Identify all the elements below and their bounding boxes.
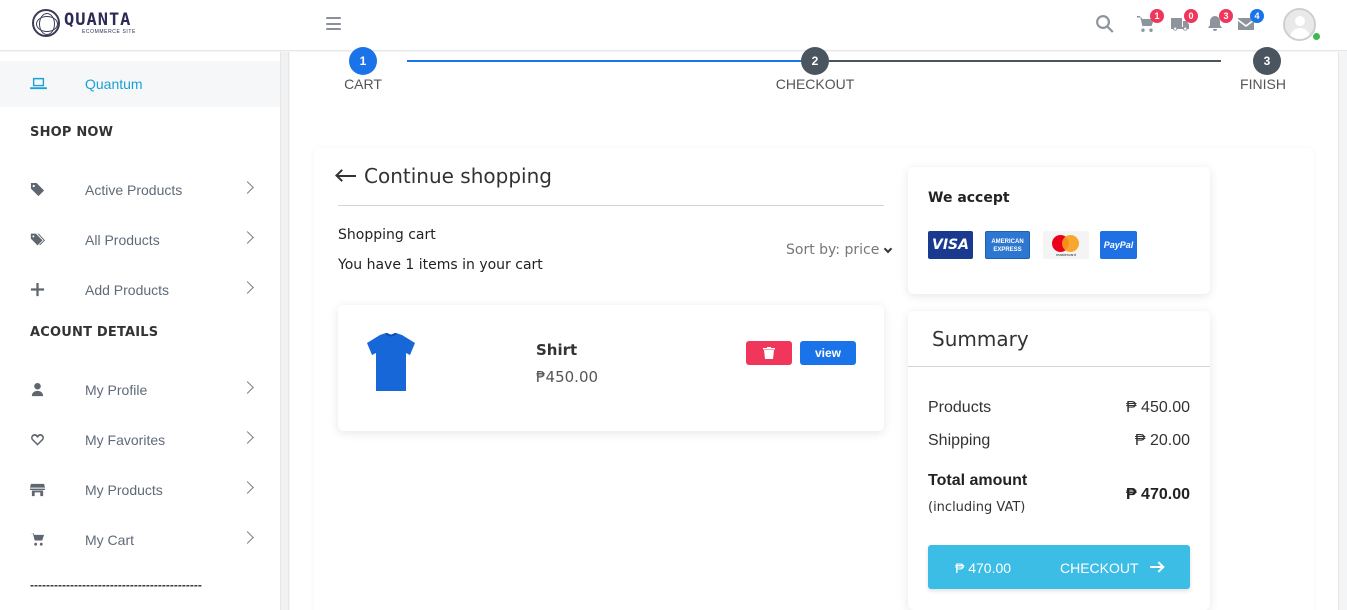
sidebar-item-label: Quantum bbox=[85, 76, 143, 92]
mastercard-label: mastercard bbox=[1055, 252, 1076, 257]
tag-icon bbox=[30, 182, 46, 198]
logo-name: QUANTA bbox=[64, 10, 132, 30]
step-finish[interactable]: 3 bbox=[1253, 47, 1281, 75]
payment-methods-card: We accept VISA AMERICAN EXPRESS masterca… bbox=[908, 167, 1210, 294]
chevron-right-icon bbox=[241, 281, 254, 294]
arrow-left-icon bbox=[338, 175, 356, 177]
notifications-badge: 3 bbox=[1219, 9, 1233, 23]
chevron-right-icon bbox=[241, 381, 254, 394]
view-item-button[interactable]: view bbox=[800, 341, 856, 365]
divider bbox=[908, 366, 1210, 367]
tags-icon bbox=[30, 232, 46, 248]
sidebar-item-label: Active Products bbox=[85, 182, 183, 198]
checkout-amount: ₱ 470.00 bbox=[955, 560, 1012, 576]
paypal-logo: PayPal bbox=[1100, 231, 1137, 259]
heart-icon bbox=[30, 432, 46, 448]
sidebar-item-quantum[interactable]: Quantum bbox=[0, 61, 280, 107]
logo-icon bbox=[32, 9, 60, 37]
logo[interactable]: QUANTA ECOMMERCE SITE bbox=[32, 9, 136, 37]
chevron-right-icon bbox=[241, 231, 254, 244]
sidebar: Quantum SHOP NOW Active Products All Pro… bbox=[0, 52, 281, 610]
continue-shopping-label: Continue shopping bbox=[364, 164, 552, 188]
step-label-finish: FINISH bbox=[1240, 76, 1286, 92]
continue-shopping-link[interactable]: Continue shopping bbox=[338, 164, 552, 188]
sidebar-item-my-cart[interactable]: My Cart bbox=[0, 520, 280, 560]
section-title-shop: SHOP NOW bbox=[30, 125, 114, 140]
mastercard-logo: mastercard bbox=[1043, 231, 1089, 259]
menu-toggle-button[interactable] bbox=[326, 17, 341, 30]
checkout-label: CHECKOUT bbox=[1060, 560, 1139, 576]
user-icon bbox=[30, 382, 46, 398]
divider bbox=[338, 205, 884, 206]
shipping-value: ₱ 20.00 bbox=[1134, 432, 1190, 449]
item-name: Shirt bbox=[536, 341, 578, 359]
online-status-dot bbox=[1312, 32, 1321, 41]
laptop-icon bbox=[30, 77, 47, 95]
item-price: ₱450.00 bbox=[536, 368, 599, 386]
delivery-button[interactable]: 0 bbox=[1170, 9, 1198, 36]
arrow-right-icon bbox=[1150, 566, 1162, 568]
total-value: ₱ 470.00 bbox=[1125, 486, 1190, 503]
chevron-right-icon bbox=[241, 431, 254, 444]
visa-logo: VISA bbox=[928, 231, 973, 259]
progress-line-pending bbox=[829, 60, 1221, 62]
sidebar-item-label: My Cart bbox=[85, 532, 134, 548]
total-sublabel: (including VAT) bbox=[928, 500, 1026, 515]
checkout-button[interactable]: ₱ 470.00 CHECKOUT bbox=[928, 545, 1190, 589]
sidebar-item-my-products[interactable]: My Products bbox=[0, 470, 280, 510]
cart-badge: 1 bbox=[1150, 9, 1164, 23]
cart-count-text: You have 1 items in your cart bbox=[338, 257, 543, 273]
step-checkout[interactable]: 2 bbox=[801, 47, 829, 75]
chevron-right-icon bbox=[241, 181, 254, 194]
chevron-down-icon bbox=[884, 244, 893, 253]
shirt-image bbox=[367, 333, 415, 391]
payment-methods-title: We accept bbox=[928, 190, 1010, 206]
products-value: ₱ 450.00 bbox=[1125, 399, 1190, 416]
cart-icon bbox=[30, 532, 46, 548]
logo-subtitle: ECOMMERCE SITE bbox=[82, 29, 136, 35]
delivery-badge: 0 bbox=[1184, 9, 1198, 23]
trash-icon bbox=[763, 347, 775, 359]
cart-button[interactable]: 1 bbox=[1136, 9, 1164, 36]
main-content: 1 CART 2 CHECKOUT 3 FINISH Continue shop… bbox=[290, 47, 1339, 610]
sidebar-item-active-products[interactable]: Active Products bbox=[0, 170, 280, 210]
products-label: Products bbox=[928, 399, 992, 416]
sidebar-divider: ----------------------------------------… bbox=[30, 578, 202, 592]
shipping-label: Shipping bbox=[928, 432, 991, 449]
sidebar-item-label: Add Products bbox=[85, 282, 170, 298]
sidebar-item-my-profile[interactable]: My Profile bbox=[0, 370, 280, 410]
sidebar-item-add-products[interactable]: Add Products bbox=[0, 270, 280, 310]
notifications-button[interactable]: 3 bbox=[1205, 9, 1233, 36]
sidebar-item-label: My Products bbox=[85, 482, 163, 498]
chevron-right-icon bbox=[241, 531, 254, 544]
sidebar-item-label: All Products bbox=[85, 232, 160, 248]
cart-item: Shirt ₱450.00 view bbox=[338, 305, 884, 431]
progress-line-done bbox=[407, 60, 801, 62]
step-label-cart: CART bbox=[344, 76, 382, 92]
step-cart[interactable]: 1 bbox=[349, 47, 377, 75]
messages-button[interactable]: 4 bbox=[1236, 9, 1264, 36]
sidebar-item-all-products[interactable]: All Products bbox=[0, 220, 280, 260]
sidebar-scrollbar[interactable] bbox=[281, 52, 289, 610]
top-bar: QUANTA ECOMMERCE SITE 1 0 3 4 bbox=[0, 0, 1347, 51]
sidebar-item-my-favorites[interactable]: My Favorites bbox=[0, 420, 280, 460]
delete-item-button[interactable] bbox=[746, 341, 792, 365]
chevron-right-icon bbox=[241, 481, 254, 494]
amex-logo: AMERICAN EXPRESS bbox=[985, 231, 1030, 259]
sort-label: Sort by: price bbox=[786, 242, 880, 258]
summary-title: Summary bbox=[932, 327, 1029, 351]
messages-badge: 4 bbox=[1250, 9, 1264, 23]
summary-card: Summary Products ₱ 450.00 Shipping ₱ 20.… bbox=[908, 311, 1210, 610]
section-title-account: ACOUNT DETAILS bbox=[30, 325, 159, 340]
cart-title: Shopping cart bbox=[338, 227, 436, 243]
plus-icon bbox=[30, 282, 46, 298]
search-icon[interactable] bbox=[1095, 14, 1117, 36]
sidebar-item-label: My Favorites bbox=[85, 432, 166, 448]
sidebar-item-label: My Profile bbox=[85, 382, 148, 398]
step-label-checkout: CHECKOUT bbox=[775, 76, 855, 92]
total-label: Total amount bbox=[928, 472, 1028, 489]
sort-dropdown[interactable]: Sort by: price bbox=[786, 242, 893, 258]
store-icon bbox=[30, 482, 46, 498]
